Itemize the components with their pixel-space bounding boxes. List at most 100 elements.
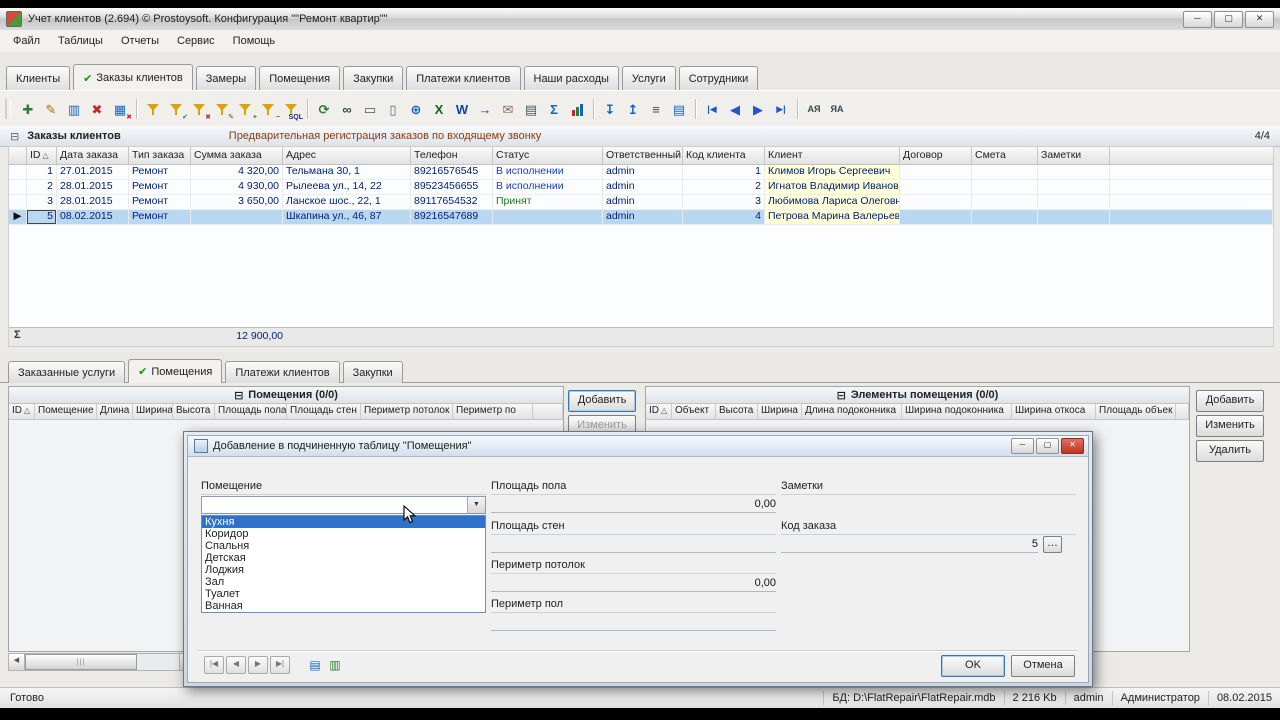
column-header[interactable]: Ширина: [133, 404, 173, 419]
column-header[interactable]: ID △: [27, 147, 57, 164]
nav-prev-icon[interactable]: ◀: [724, 98, 746, 120]
menu-item[interactable]: Сервис: [168, 32, 224, 50]
find-icon[interactable]: ∞: [336, 98, 358, 120]
filter-icon[interactable]: [142, 98, 164, 120]
column-header[interactable]: ID △: [9, 404, 35, 419]
dialog-minimize-button[interactable]: ─: [1011, 438, 1034, 454]
tab-item[interactable]: Помещения: [259, 66, 341, 91]
scroll-left-button[interactable]: ◀: [9, 654, 25, 670]
column-header[interactable]: Адрес: [283, 147, 411, 164]
tab-active[interactable]: ✔ Помещения: [128, 359, 223, 383]
copy-cell-icon[interactable]: ▤: [520, 98, 542, 120]
tab-item[interactable]: Наши расходы: [523, 66, 619, 91]
sort-desc-icon[interactable]: ЯА: [826, 98, 848, 120]
nav-prev-button[interactable]: ◀: [226, 656, 246, 674]
column-header[interactable]: Высота: [173, 404, 215, 419]
menu-item[interactable]: Отчеты: [112, 32, 168, 50]
column-header[interactable]: Сумма заказа: [191, 147, 283, 164]
menu-item[interactable]: Файл: [4, 32, 49, 50]
column-header[interactable]: ID △: [646, 404, 672, 419]
dropdown-item[interactable]: Туалет: [202, 588, 485, 600]
edit-element-button[interactable]: Изменить: [1196, 415, 1264, 437]
order-code-field[interactable]: 5: [781, 536, 1038, 553]
filter-apply-icon[interactable]: ✔: [165, 98, 188, 121]
column-header[interactable]: Смета: [972, 147, 1038, 164]
export-file-icon[interactable]: →: [474, 98, 496, 120]
nav-last-button[interactable]: ▶|: [270, 656, 290, 674]
dropdown-item[interactable]: Детская: [202, 552, 485, 564]
dropdown-item[interactable]: Лоджия: [202, 564, 485, 576]
scrollbar-thumb[interactable]: |||: [25, 654, 137, 670]
maximize-button[interactable]: ▢: [1214, 10, 1243, 28]
edit-record-icon[interactable]: ✎: [40, 98, 62, 120]
column-header[interactable]: Длина подоконника: [802, 404, 902, 419]
close-button[interactable]: ✕: [1245, 10, 1274, 28]
sort-asc-icon[interactable]: АЯ: [803, 98, 825, 120]
nav-first-button[interactable]: |◀: [204, 656, 224, 674]
horizontal-scrollbar[interactable]: ◀ ||| ▶: [8, 653, 196, 671]
add-room-button[interactable]: Добавить: [568, 390, 636, 412]
minimize-button[interactable]: ─: [1183, 10, 1212, 28]
column-header[interactable]: Телефон: [411, 147, 493, 164]
ok-button[interactable]: OK: [941, 655, 1005, 677]
tab-item[interactable]: Платежи клиентов: [406, 66, 521, 91]
print-icon[interactable]: ▭: [359, 98, 381, 120]
menu-item[interactable]: Помощь: [224, 32, 285, 50]
dropdown-item[interactable]: Ванная: [202, 600, 485, 612]
elements-panel-header[interactable]: ⊟ Элементы помещения (0/0): [646, 387, 1189, 404]
dropdown-item[interactable]: Кухня: [202, 516, 485, 528]
export-html-icon[interactable]: ⊕: [405, 98, 427, 120]
card-view-icon[interactable]: ▤: [668, 98, 690, 120]
tree-view-icon[interactable]: ≡: [645, 98, 667, 120]
dropdown-item[interactable]: Коридор: [202, 528, 485, 540]
column-header[interactable]: Длина: [97, 404, 133, 419]
cancel-button[interactable]: Отмена: [1011, 655, 1075, 677]
combobox-dropdown-icon[interactable]: ▼: [467, 497, 485, 513]
tab-item[interactable]: Платежи клиентов: [225, 361, 340, 383]
dropdown-item[interactable]: Зал: [202, 576, 485, 588]
export-excel-icon[interactable]: X: [428, 98, 450, 120]
column-header[interactable]: Помещение: [35, 404, 97, 419]
column-header[interactable]: Ответственный: [603, 147, 683, 164]
tab-item[interactable]: Закупки: [342, 361, 403, 383]
field-value[interactable]: [491, 536, 776, 553]
column-header[interactable]: Периметр потолок: [361, 404, 453, 419]
column-header[interactable]: Дата заказа: [57, 147, 129, 164]
nav-first-icon[interactable]: |◀: [701, 98, 723, 120]
field-value[interactable]: 0,00: [491, 575, 776, 592]
chart-icon[interactable]: [566, 98, 588, 120]
tab-item[interactable]: Услуги: [621, 66, 676, 91]
nav-last-icon[interactable]: ▶|: [770, 98, 792, 120]
table-row[interactable]: 1 27.01.2015 Ремонт 4 320,00 Тельмана 30, 18…: [9, 165, 1273, 180]
nav-next-button[interactable]: ▶: [248, 656, 268, 674]
column-header[interactable]: Договор: [900, 147, 972, 164]
column-header[interactable]: Код клиента: [683, 147, 765, 164]
tab-item[interactable]: Замеры: [195, 66, 257, 91]
column-header[interactable]: Объект: [672, 404, 716, 419]
add-record-icon[interactable]: ✚: [17, 98, 39, 120]
refresh-icon[interactable]: ⟳: [313, 98, 335, 120]
dialog-close-button[interactable]: ✕: [1061, 438, 1084, 454]
subtable-up-icon[interactable]: ↥: [622, 98, 644, 120]
table-row[interactable]: ▶ 5 08.02.2015 Ремонт Шкапина ул., 46, 87 892…: [9, 210, 1273, 225]
column-header[interactable]: Периметр по: [453, 404, 533, 419]
tab-item[interactable]: Сотрудники: [678, 66, 759, 91]
order-code-lookup-button[interactable]: …: [1043, 536, 1062, 553]
totals-icon[interactable]: Σ: [543, 98, 565, 120]
column-header[interactable]: Статус: [493, 147, 603, 164]
filter-exclude-icon[interactable]: −: [257, 98, 280, 121]
column-header[interactable]: Ширина подоконника: [902, 404, 1012, 419]
nav-next-icon[interactable]: ▶: [747, 98, 769, 120]
table-row[interactable]: 2 28.01.2015 Ремонт 4 930,00 Рылеева ул., 14…: [9, 180, 1273, 195]
filter-by-selection-icon[interactable]: +: [234, 98, 257, 121]
field-value[interactable]: [491, 614, 776, 631]
filter-sql-icon[interactable]: SQL: [280, 98, 303, 121]
delete-element-button[interactable]: Удалить: [1196, 440, 1264, 462]
field-value[interactable]: 0,00: [491, 496, 776, 513]
column-header[interactable]: Высота: [716, 404, 758, 419]
collapse-icon[interactable]: ⊟: [10, 130, 19, 143]
filter-clear-icon[interactable]: ✖: [188, 98, 211, 121]
column-header[interactable]: Заметки: [1038, 147, 1110, 164]
copy-record-icon[interactable]: ▥: [63, 98, 85, 120]
menu-item[interactable]: Таблицы: [49, 32, 112, 50]
